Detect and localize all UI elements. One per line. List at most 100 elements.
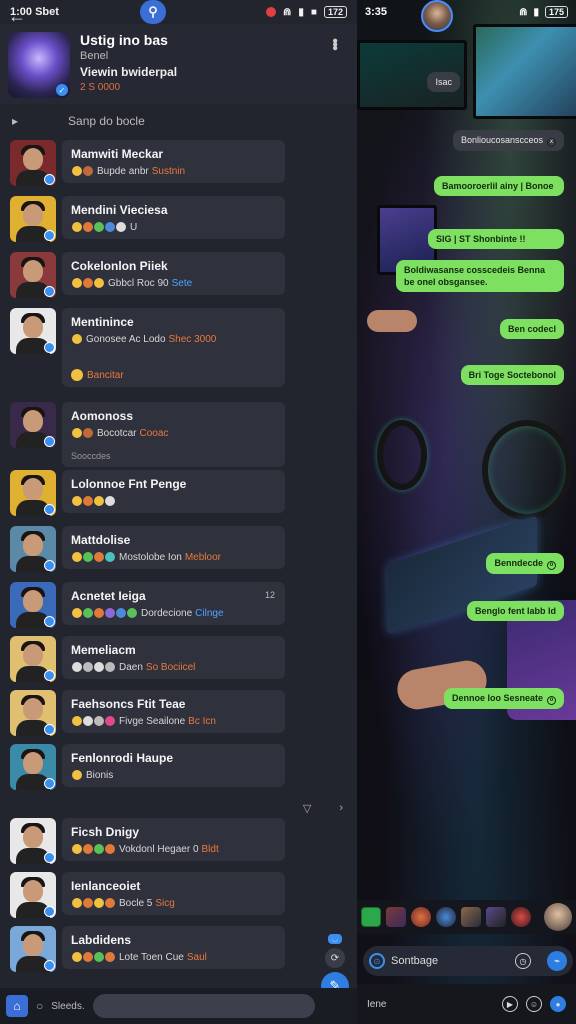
contact-name: Aomonoss [71, 409, 134, 423]
preview-highlight: Bc Icn [188, 715, 216, 727]
contact-row[interactable]: Faehsoncs Ftit Teae Fivge Seailone Bc Icn [10, 690, 285, 736]
contact-card[interactable]: Lolonnoe Fnt Penge [62, 470, 285, 513]
message-text: Benglo fent labb Id [475, 606, 556, 616]
verified-icon [44, 906, 55, 917]
reaction-icon [126, 607, 138, 619]
media-thumb[interactable] [486, 907, 506, 927]
contact-avatar[interactable] [10, 252, 56, 298]
contact-card[interactable]: Memeliacm Daen So Bociicel [62, 636, 285, 679]
profile-thumb[interactable] [544, 903, 572, 931]
outgoing-message[interactable]: Ben codecl [499, 319, 564, 339]
search-icon[interactable]: ○ [36, 999, 43, 1013]
contact-row[interactable]: Cokelonlon Piiek Gbbcl Roc 90 Sete [10, 252, 285, 298]
accessibility-icon[interactable]: ⚲ [140, 0, 166, 24]
message-text: Bamooroerlil ainy | Bonoe [442, 181, 554, 191]
play-icon[interactable]: ▶ [502, 996, 518, 1012]
filter-icon[interactable]: ▽ [303, 802, 311, 815]
verified-icon [44, 852, 55, 863]
bottom-right-label: Iene [367, 998, 387, 1010]
contact-avatar[interactable] [10, 526, 56, 572]
contact-avatar[interactable] [10, 926, 56, 972]
search-pill[interactable] [92, 994, 315, 1018]
contact-row[interactable]: Memeliacm Daen So Bociicel [10, 636, 285, 682]
contact-avatar[interactable] [10, 140, 56, 186]
contact-row[interactable]: Fenlonrodi Haupe Bionis [10, 744, 285, 790]
contact-card[interactable]: Cokelonlon Piiek Gbbcl Roc 90 Sete [62, 252, 285, 295]
contact-row[interactable]: Mendini Vieciesa U [10, 196, 285, 242]
contact-card[interactable]: Mamwiti Meckar Bupde anbr Sustnin [62, 140, 285, 183]
compose-input[interactable]: Sontbage [391, 955, 509, 967]
incoming-message[interactable]: Isac [427, 72, 460, 92]
contact-card[interactable]: Mentinince Gonosee Ac Lodo Shec 3000 Bancit… [62, 308, 285, 387]
reaction-icon [71, 333, 83, 345]
reaction-icons [71, 897, 116, 909]
right-bottom-bar: Iene ▶ ☺ ● [357, 984, 576, 1024]
more-menu-icon[interactable]: ••• [325, 38, 343, 49]
outgoing-message[interactable]: Benndecde o [486, 553, 564, 574]
contact-avatar[interactable] [10, 872, 56, 918]
headset-graphic [377, 420, 427, 490]
incoming-message[interactable]: Bonlioucosanscceos x [452, 130, 564, 151]
contact-card[interactable]: Faehsoncs Ftit Teae Fivge Seailone Bc Icn [62, 690, 285, 733]
contact-avatar[interactable] [10, 744, 56, 790]
contact-card[interactable]: Ienlanceoiet Bocle 5 Sicg [62, 872, 285, 915]
chevron-right-icon[interactable]: › [339, 802, 343, 814]
mic-icon[interactable]: ● [550, 996, 566, 1012]
outgoing-message[interactable]: Dennoe Ioo Sesneate o [443, 688, 564, 709]
contact-avatar[interactable] [10, 582, 56, 628]
outgoing-message[interactable]: Benglo fent labb Id [467, 601, 564, 621]
contact-name: Ienlanceoiet [71, 879, 141, 893]
group-header[interactable]: ← ✓ Ustig ino bas Benel Viewin bwiderpal… [0, 6, 357, 104]
contact-card[interactable]: Aomonoss Bocotcar Cooac Sooccdes [62, 402, 285, 467]
outgoing-message[interactable]: SIG | ST Shonbinte !! [428, 229, 564, 249]
contact-card[interactable]: Labdidens Lote Toen Cue Saul [62, 926, 285, 969]
contact-avatar[interactable] [10, 402, 56, 448]
gallery-icon[interactable] [361, 907, 381, 927]
contact-card[interactable]: Mattdolise Mostolobe Ion Mebloor [62, 526, 285, 569]
home-icon[interactable]: ⌂ [6, 995, 28, 1017]
group-avatar[interactable]: ✓ [8, 32, 70, 98]
media-thumb[interactable] [461, 907, 481, 927]
contact-row[interactable]: Ienlanceoiet Bocle 5 Sicg [10, 872, 285, 918]
contact-card[interactable]: Fenlonrodi Haupe Bionis [62, 744, 285, 787]
outgoing-message[interactable]: Bamooroerlil ainy | Bonoe [434, 176, 564, 196]
contact-row[interactable]: Mattdolise Mostolobe Ion Mebloor [10, 526, 285, 572]
contact-avatar[interactable] [10, 636, 56, 682]
media-thumb[interactable] [411, 907, 431, 927]
contact-row[interactable]: Aomonoss Bocotcar Cooac Sooccdes [10, 402, 285, 467]
contact-card[interactable]: Acnetet Ieiga Dordecione Cilnge [62, 582, 285, 625]
contact-row[interactable]: Labdidens Lote Toen Cue Saul [10, 926, 285, 972]
send-button[interactable]: ⌁ [547, 951, 567, 971]
share-icon[interactable]: ⟳ [325, 948, 345, 968]
preview-text: Vokdonl Hegaer 0 [119, 843, 199, 855]
preview-text: Bionis [86, 769, 114, 781]
contact-row[interactable]: Mentinince Gonosee Ac Lodo Shec 3000 Bancit… [10, 308, 285, 387]
verified-icon [44, 230, 55, 241]
mini-badge-icon[interactable]: ◡ [328, 934, 342, 944]
media-thumb[interactable] [511, 907, 531, 927]
avatar-face [23, 204, 43, 226]
preview-highlight: Cooac [139, 427, 169, 439]
contact-card[interactable]: Mendini Vieciesa U [62, 196, 285, 239]
contact-avatar[interactable] [10, 308, 56, 354]
contact-row[interactable]: Acnetet Ieiga Dordecione Cilnge 12 [10, 582, 285, 628]
preview-text: U [130, 221, 138, 233]
media-thumb[interactable] [386, 907, 406, 927]
contact-name: Acnetet Ieiga [71, 589, 146, 603]
emoji-icon[interactable]: ☺ [526, 996, 542, 1012]
contact-row[interactable]: Lolonnoe Fnt Penge [10, 470, 285, 516]
contact-avatar[interactable] [10, 196, 56, 242]
preview-highlight: Sete [171, 277, 193, 289]
contact-avatar[interactable] [10, 470, 56, 516]
emoji-icon[interactable]: ◷ [515, 953, 531, 969]
attach-icon[interactable]: ⊙ [369, 953, 385, 969]
contact-row[interactable]: Mamwiti Meckar Bupde anbr Sustnin [10, 140, 285, 186]
media-thumb[interactable] [436, 907, 456, 927]
contact-extra-text: Bancitar [87, 369, 124, 381]
chat-avatar[interactable] [421, 0, 454, 32]
outgoing-message[interactable]: Boldiwasanse cosscedeis Benna be onel ob… [396, 260, 564, 292]
contact-avatar[interactable] [10, 690, 56, 736]
compose-bar[interactable]: ⊙ Sontbage ◷ ⌁ [363, 946, 573, 976]
reaction-icon [82, 427, 94, 439]
outgoing-message[interactable]: Bri Toge Soctebonol [460, 365, 564, 385]
